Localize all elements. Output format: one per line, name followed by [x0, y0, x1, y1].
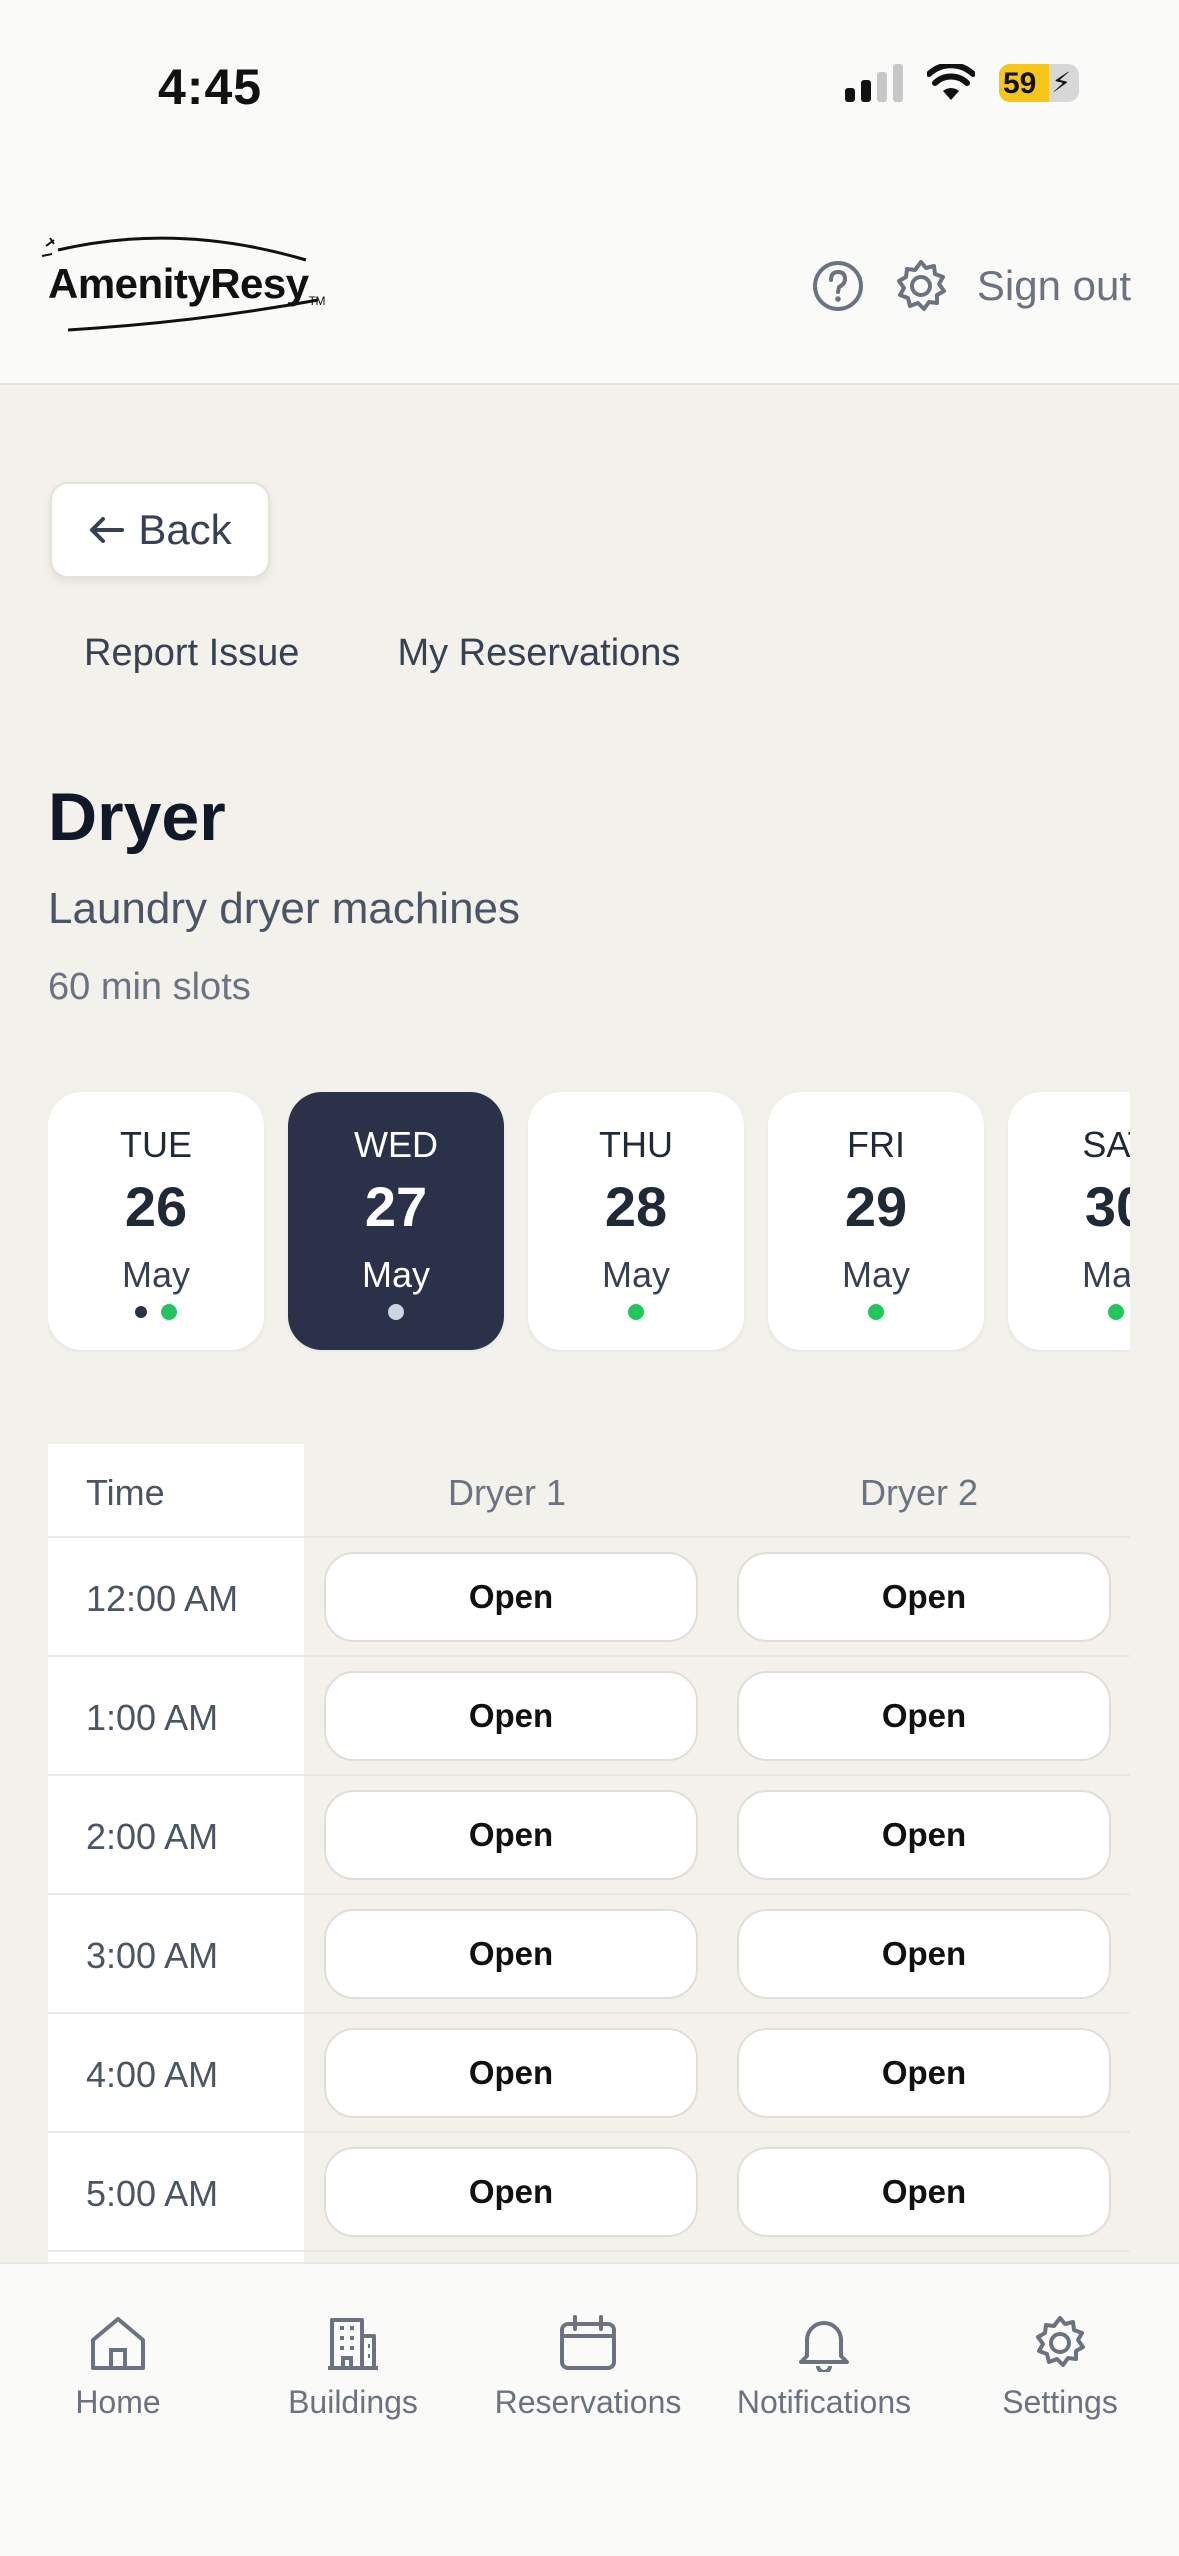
date-day: 29	[844, 1175, 908, 1238]
time-cell: 5:00 AM	[86, 2173, 219, 2214]
availability-dot	[388, 1304, 404, 1320]
slot-button-dryer-1[interactable]: Open	[324, 2028, 698, 2118]
date-month: May	[1081, 1254, 1130, 1295]
battery-level: 59	[1003, 67, 1037, 100]
nav-reservations[interactable]: Reservations	[488, 2314, 688, 2421]
back-button[interactable]: Back	[50, 482, 270, 578]
dryer-1-header: Dryer 1	[448, 1472, 567, 1513]
report-issue-link[interactable]: Report Issue	[84, 632, 299, 675]
app-header: AmenityResyTM Sign out	[0, 170, 1179, 385]
table-header: Time Dryer 1 Dryer 2	[48, 1444, 1130, 1538]
arrow-left-icon	[90, 517, 125, 543]
slot-button-dryer-2[interactable]: Open	[737, 1790, 1111, 1880]
slot-length: 60 min slots	[48, 966, 251, 1008]
date-month: May	[121, 1254, 190, 1295]
wifi-icon	[927, 64, 975, 100]
availability-dot	[628, 1304, 644, 1320]
time-cell: 12:00 AM	[86, 1578, 239, 1619]
gear-icon[interactable]	[893, 258, 949, 314]
slot-button-dryer-1[interactable]: Open	[324, 1909, 698, 1999]
cellular-signal-icon	[845, 64, 903, 102]
nav-notifications[interactable]: Notifications	[724, 2314, 924, 2421]
slot-button-dryer-1[interactable]: Open	[324, 1552, 698, 1642]
gear-icon	[1036, 2316, 1085, 2367]
table-row: 2:00 AM Open Open	[48, 1776, 1130, 1895]
status-time: 4:45	[158, 59, 263, 115]
date-card-wed-27[interactable]: WED 27 May	[288, 1092, 504, 1350]
date-dow: FRI	[847, 1124, 905, 1165]
slot-button-dryer-2[interactable]: Open	[737, 2147, 1111, 2237]
nav-buildings[interactable]: Buildings	[253, 2314, 453, 2421]
date-dow: WED	[354, 1124, 438, 1165]
back-label: Back	[138, 506, 232, 553]
date-dow: THU	[599, 1124, 673, 1165]
date-picker: TUE 26 May WED 27 May THU 28 May FRI 29 …	[48, 1092, 1130, 1352]
time-column-header: Time	[86, 1472, 165, 1513]
slot-button-dryer-2[interactable]: Open	[737, 1909, 1111, 1999]
reservation-dot	[135, 1306, 147, 1318]
date-day: 28	[604, 1175, 668, 1238]
date-day: 27	[364, 1175, 428, 1238]
help-icon[interactable]	[811, 259, 865, 313]
nav-notifications-label: Notifications	[736, 2384, 912, 2420]
date-card-fri-29[interactable]: FRI 29 May	[768, 1092, 984, 1350]
date-dow: SAT	[1082, 1124, 1130, 1165]
nav-buildings-label: Buildings	[288, 2384, 418, 2420]
time-cell: 1:00 AM	[86, 1697, 219, 1738]
date-dow: TUE	[120, 1124, 192, 1165]
slot-button-dryer-2[interactable]: Open	[737, 2028, 1111, 2118]
slot-button-dryer-2[interactable]: Open	[737, 1552, 1111, 1642]
table-row: 1:00 AM Open Open	[48, 1657, 1130, 1776]
table-row: 3:00 AM Open Open	[48, 1895, 1130, 2014]
building-icon	[328, 2318, 378, 2370]
table-row: 12:00 AM Open Open	[48, 1538, 1130, 1657]
calendar-icon	[560, 2315, 616, 2370]
time-cell: 3:00 AM	[86, 1935, 219, 1976]
app-logo[interactable]: AmenityResyTM	[48, 260, 325, 308]
date-month: May	[601, 1254, 670, 1295]
date-day: 26	[124, 1175, 188, 1238]
amenity-title: Dryer	[48, 779, 226, 855]
nav-home-label: Home	[75, 2384, 161, 2420]
my-reservations-link[interactable]: My Reservations	[397, 632, 680, 675]
status-bar: 4:45 59 ⚡	[0, 0, 1179, 170]
battery-icon: 59 ⚡	[999, 64, 1079, 102]
dryer-2-header: Dryer 2	[860, 1472, 979, 1513]
date-day: 30	[1084, 1175, 1130, 1238]
date-month: May	[841, 1254, 910, 1295]
amenity-description: Laundry dryer machines	[48, 884, 521, 933]
slot-button-dryer-2[interactable]: Open	[737, 1671, 1111, 1761]
time-cell: 2:00 AM	[86, 1816, 219, 1857]
nav-settings-label: Settings	[1002, 2384, 1118, 2420]
slot-button-dryer-1[interactable]: Open	[324, 1790, 698, 1880]
sign-out-link[interactable]: Sign out	[977, 262, 1131, 310]
nav-reservations-label: Reservations	[494, 2384, 682, 2420]
nav-settings[interactable]: Settings	[960, 2314, 1160, 2421]
slot-button-dryer-1[interactable]: Open	[324, 1671, 698, 1761]
nav-home[interactable]: Home	[18, 2314, 218, 2421]
availability-dot	[868, 1304, 884, 1320]
status-icons: 59 ⚡	[845, 64, 1079, 102]
date-card-thu-28[interactable]: THU 28 May	[528, 1092, 744, 1350]
availability-dot	[161, 1304, 177, 1320]
bottom-navigation: Home Buildings Reservations Notification…	[0, 2262, 1179, 2556]
availability-dot	[1108, 1304, 1124, 1320]
bell-icon	[799, 2321, 849, 2372]
amenity-links: Report Issue My Reservations	[84, 632, 680, 675]
table-row: 5:00 AM Open Open	[48, 2133, 1130, 2252]
date-card-sat-30[interactable]: SAT 30 May	[1008, 1092, 1130, 1350]
table-row: 4:00 AM Open Open	[48, 2014, 1130, 2133]
date-month: May	[361, 1254, 430, 1295]
home-icon	[91, 2317, 145, 2370]
header-actions: Sign out	[811, 258, 1131, 314]
date-card-tue-26[interactable]: TUE 26 May	[48, 1092, 264, 1350]
time-cell: 4:00 AM	[86, 2054, 219, 2095]
slot-button-dryer-1[interactable]: Open	[324, 2147, 698, 2237]
